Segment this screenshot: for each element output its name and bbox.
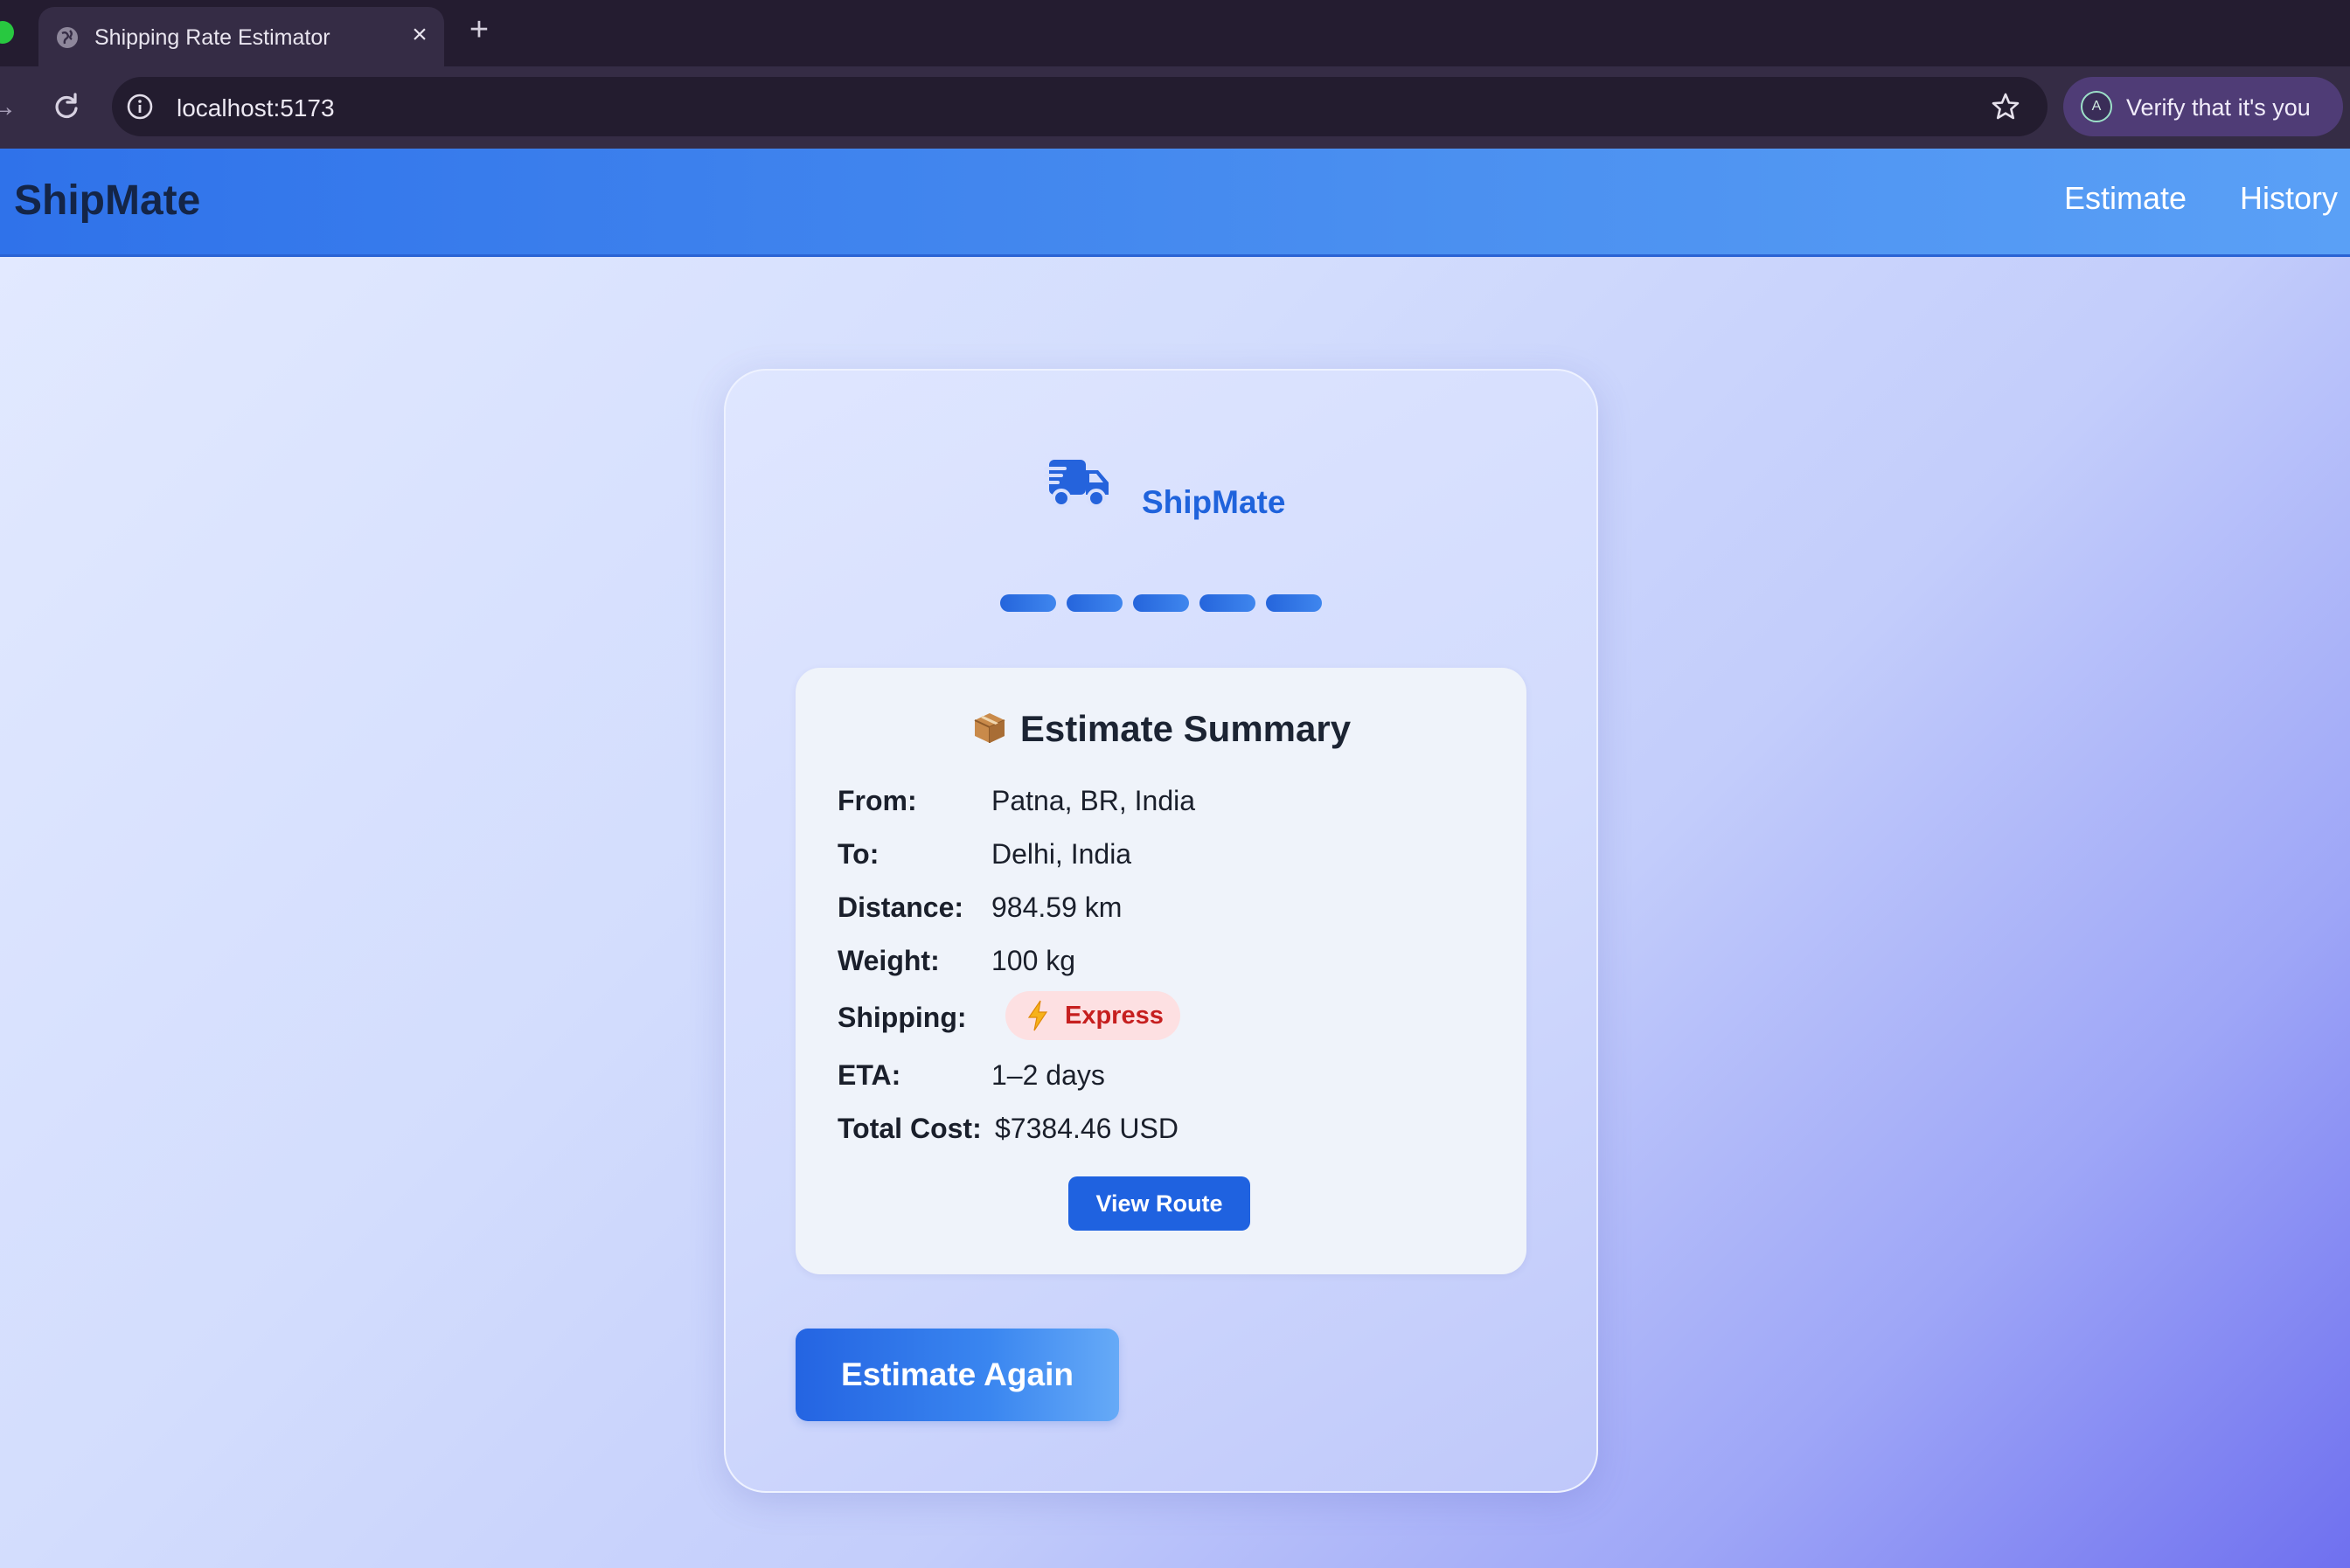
progress-step [1067, 594, 1123, 612]
lightning-icon [1027, 1000, 1048, 1031]
new-tab-button[interactable]: + [463, 12, 495, 47]
card-brand: ShipMate [1142, 484, 1286, 520]
progress-step [1199, 594, 1255, 612]
close-tab-icon[interactable]: × [404, 19, 435, 51]
info-icon[interactable] [126, 93, 154, 121]
profile-verify-chip[interactable]: A Verify that it's you [2063, 77, 2343, 136]
url-text[interactable]: localhost:5173 [177, 94, 335, 122]
progress-steps [1000, 594, 1325, 614]
eta-value: 1–2 days [991, 1059, 1105, 1091]
address-bar[interactable]: localhost:5173 [112, 77, 2048, 136]
verify-text: Verify that it's you [2126, 94, 2311, 121]
weight-value: 100 kg [991, 945, 1076, 976]
shipping-label: Shipping: [838, 1002, 967, 1033]
nav-link-estimate[interactable]: Estimate [2064, 180, 2187, 217]
browser-tab[interactable]: Shipping Rate Estimator × [38, 7, 444, 66]
progress-step [1000, 594, 1056, 612]
truck-icon [1044, 460, 1109, 508]
globe-icon [57, 27, 78, 48]
to-value: Delhi, India [991, 838, 1132, 870]
forward-icon[interactable]: → [0, 89, 17, 124]
browser-tab-bar: Shipping Rate Estimator × + [0, 0, 2350, 66]
page-viewport: ShipMate Estimate History ShipMate Estim… [0, 149, 2350, 1568]
reload-icon[interactable] [49, 89, 84, 124]
to-label: To: [838, 838, 880, 870]
estimate-card: ShipMate Estimate Summary From: Patna, B… [724, 369, 1598, 1493]
from-label: From: [838, 785, 917, 816]
tab-title: Shipping Rate Estimator [94, 25, 330, 50]
distance-label: Distance: [838, 892, 964, 923]
shipping-value: Express [1065, 1002, 1164, 1030]
progress-step [1266, 594, 1322, 612]
summary-title: Estimate Summary [1019, 708, 1352, 749]
weight-label: Weight: [838, 945, 940, 976]
app-navbar: ShipMate Estimate History [0, 149, 2350, 257]
estimate-summary: Estimate Summary From: Patna, BR, India … [796, 668, 1526, 1274]
view-route-button[interactable]: View Route [1068, 1176, 1250, 1231]
browser-toolbar: → localhost:5173 A Verify that it's you [0, 66, 2350, 149]
avatar: A [2081, 91, 2112, 122]
nav-link-history[interactable]: History [2240, 180, 2338, 217]
nav-brand[interactable]: ShipMate [14, 177, 200, 225]
total-cost-label: Total Cost: [838, 1113, 982, 1144]
progress-step [1133, 594, 1189, 612]
shipping-badge: Express [1005, 991, 1180, 1040]
estimate-again-button[interactable]: Estimate Again [796, 1329, 1119, 1421]
distance-value: 984.59 km [991, 892, 1123, 923]
package-icon [974, 713, 1005, 743]
eta-label: ETA: [838, 1059, 901, 1091]
summary-title-row: Estimate Summary [796, 708, 1526, 750]
from-value: Patna, BR, India [991, 785, 1196, 816]
total-cost-value: $7384.46 USD [995, 1113, 1178, 1144]
window-control-dot[interactable] [0, 21, 14, 44]
star-icon[interactable] [1990, 91, 2021, 122]
